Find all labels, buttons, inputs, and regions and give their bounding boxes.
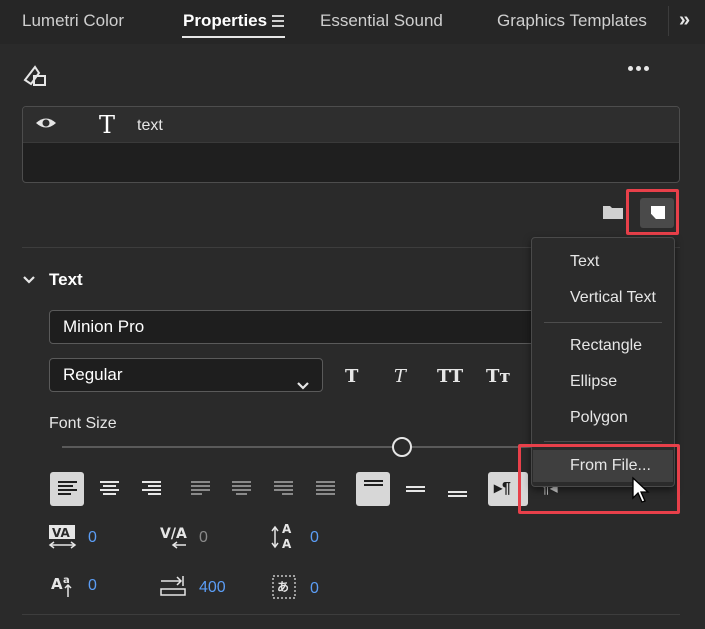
svg-text:a: a	[63, 575, 70, 586]
kerning-icon: VA	[48, 524, 78, 553]
baseline-shift-icon: Aa	[50, 573, 78, 602]
tab-width-value[interactable]: 400	[199, 579, 226, 597]
tab-properties[interactable]: Properties	[183, 11, 267, 31]
tab-lumetri-color[interactable]: Lumetri Color	[22, 11, 124, 31]
svg-text:A: A	[282, 537, 292, 551]
divider	[22, 614, 680, 615]
menu-item-ellipse[interactable]: Ellipse	[570, 373, 617, 391]
highlight-box	[518, 444, 680, 514]
folder-icon[interactable]	[602, 204, 624, 220]
tracking-icon: V/A	[159, 524, 189, 553]
tsume-icon: あ	[272, 575, 298, 604]
align-bottom-button[interactable]	[440, 472, 474, 506]
menu-item-rectangle[interactable]: Rectangle	[570, 337, 642, 355]
menu-item-vertical-text[interactable]: Vertical Text	[570, 289, 656, 307]
panel-menu-icon[interactable]	[272, 15, 284, 27]
align-center-button[interactable]	[92, 472, 126, 506]
tabs-overflow-icon[interactable]: »	[679, 9, 690, 32]
paragraph-ltr-icon: ▸¶	[494, 480, 511, 497]
svg-text:A: A	[282, 522, 292, 536]
mouse-cursor-icon	[631, 476, 651, 509]
tab-width-icon	[159, 574, 189, 601]
all-caps-button[interactable]: TT	[437, 366, 463, 387]
leading-icon: AA	[270, 521, 300, 554]
align-left-button[interactable]	[50, 472, 84, 506]
kerning-value[interactable]: 0	[88, 529, 97, 547]
eye-icon[interactable]	[35, 115, 57, 136]
justify-left-button[interactable]	[183, 472, 217, 506]
align-top-button[interactable]	[356, 472, 390, 506]
tab-graphics-templates[interactable]: Graphics Templates	[497, 11, 647, 31]
menu-item-text[interactable]: Text	[570, 253, 599, 271]
align-right-button[interactable]	[134, 472, 168, 506]
chevron-down-icon[interactable]	[22, 272, 36, 290]
baseline-shift-value[interactable]: 0	[88, 577, 97, 595]
highlight-box	[626, 189, 679, 235]
leading-value[interactable]: 0	[310, 529, 319, 547]
font-family-dropdown[interactable]: Minion Pro	[49, 310, 539, 344]
layers-list: T text	[22, 106, 680, 183]
svg-text:VA: VA	[52, 526, 70, 540]
small-caps-button[interactable]: Tт	[486, 366, 511, 387]
tracking-value[interactable]: 0	[199, 529, 208, 547]
menu-item-polygon[interactable]: Polygon	[570, 409, 628, 427]
svg-text:V/A: V/A	[160, 526, 187, 542]
font-size-label: Font Size	[49, 415, 117, 432]
tab-divider	[668, 6, 669, 36]
justify-right-button[interactable]	[266, 472, 300, 506]
align-middle-button[interactable]	[398, 472, 432, 506]
tsume-value[interactable]: 0	[310, 580, 319, 598]
shapes-icon[interactable]	[22, 64, 48, 93]
font-size-slider[interactable]	[62, 446, 532, 448]
svg-text:あ: あ	[277, 580, 289, 594]
menu-divider	[544, 322, 662, 323]
faux-italic-button[interactable]: T	[394, 366, 406, 387]
font-style-value: Regular	[63, 365, 123, 384]
tab-essential-sound[interactable]: Essential Sound	[320, 11, 443, 31]
svg-text:A: A	[51, 575, 63, 593]
layer-row[interactable]: T text	[23, 107, 679, 143]
panel-tabs: Lumetri Color Properties Essential Sound…	[0, 0, 705, 44]
layer-name: text	[137, 117, 163, 134]
active-tab-indicator	[182, 36, 285, 38]
faux-bold-button[interactable]: T	[345, 366, 358, 387]
chevron-down-icon	[296, 370, 310, 402]
font-style-dropdown[interactable]: Regular	[49, 358, 323, 392]
font-family-value: Minion Pro	[63, 317, 145, 336]
more-options-icon[interactable]	[628, 66, 649, 71]
menu-divider	[544, 441, 662, 442]
text-layer-icon: T	[99, 111, 116, 139]
section-title[interactable]: Text	[49, 270, 83, 290]
justify-all-button[interactable]	[308, 472, 342, 506]
justify-center-button[interactable]	[224, 472, 258, 506]
font-size-slider-thumb[interactable]	[392, 437, 412, 457]
